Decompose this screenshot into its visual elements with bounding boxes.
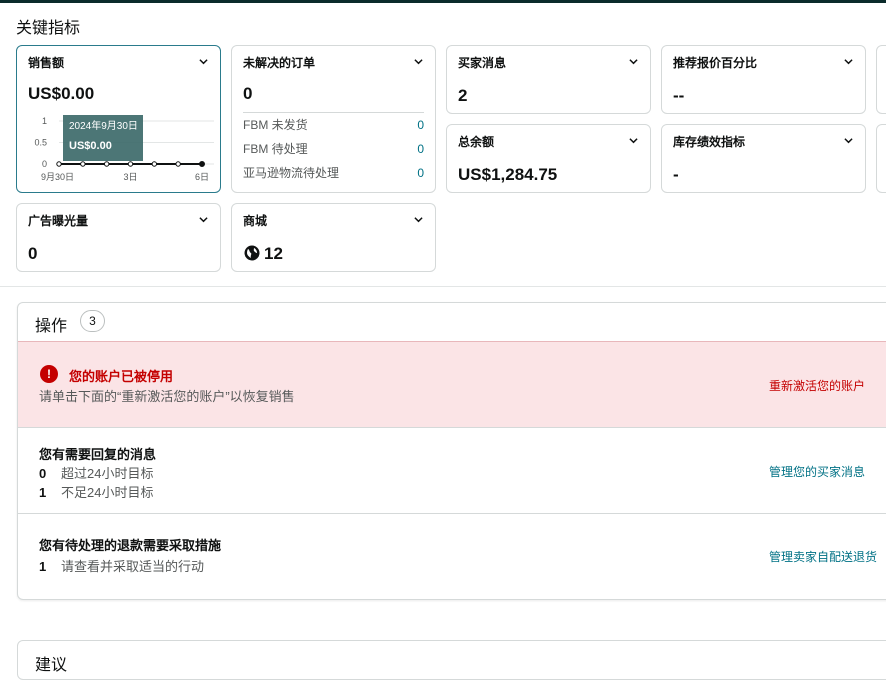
suggestions-panel: 建议 <box>17 640 886 680</box>
messages-title: 您有需要回复的消息 <box>39 447 157 462</box>
sales-value: US$0.00 <box>28 84 95 103</box>
store-card[interactable]: 商城 12 <box>231 203 436 272</box>
chevron-down-icon[interactable] <box>844 136 853 145</box>
alert-title: 您的账户已被停用 <box>69 369 174 384</box>
buyer-messages-title: 买家消息 <box>458 56 507 70</box>
actions-panel-header: 操作 3 <box>18 303 886 341</box>
sales-chart: 1 0.5 0 9月30日 3日 6日 2024年9月30日 US$0.00 <box>34 115 214 182</box>
chevron-down-icon[interactable] <box>629 136 638 145</box>
chart-point <box>151 161 158 167</box>
sales-card-title: 销售额 <box>28 56 65 70</box>
manage-returns-link[interactable]: 管理卖家自配送退货 <box>769 548 877 565</box>
buyer-messages-value: 2 <box>458 86 468 105</box>
ad-impressions-card[interactable]: 广告曝光量 0 <box>16 203 221 272</box>
chevron-down-icon[interactable] <box>199 215 208 224</box>
chevron-down-icon[interactable] <box>414 215 423 224</box>
section-title: 关键指标 <box>16 20 81 37</box>
account-deactivated-alert: ! 您的账户已被停用 请单击下面的“重新激活您的账户”以恢复销售 重新激活您的账… <box>18 341 886 427</box>
top-bar <box>0 0 886 3</box>
total-balance-card[interactable]: 总余额 US$1,284.75 <box>446 124 651 193</box>
store-value: 12 <box>264 244 283 263</box>
chart-xtick-label: 6日 <box>195 172 209 182</box>
chart-ytick-label: 0 <box>42 159 47 169</box>
featured-offer-card[interactable]: 推荐报价百分比 -- <box>661 45 866 114</box>
partial-card[interactable] <box>876 45 886 114</box>
actions-title: 操作 <box>35 318 68 335</box>
chart-ytick-label: 1 <box>42 116 47 126</box>
unresolved-orders-value: 0 <box>243 84 253 103</box>
chevron-down-icon[interactable] <box>199 57 208 66</box>
list-item[interactable]: FBM 未发货 0 <box>243 113 424 137</box>
unresolved-orders-list: FBM 未发货 0 FBM 待处理 0 亚马逊物流待处理 0 <box>243 112 424 185</box>
messages-line: 0 超过24小时目标 <box>39 466 154 481</box>
ad-impressions-title: 广告曝光量 <box>28 214 89 228</box>
manage-buyer-messages-link[interactable]: 管理您的买家消息 <box>769 463 865 480</box>
chart-ytick-label: 0.5 <box>34 138 47 148</box>
ad-impressions-value: 0 <box>28 244 38 263</box>
globe-icon <box>244 245 260 261</box>
unresolved-orders-title: 未解决的订单 <box>243 56 316 70</box>
chart-point <box>127 161 134 167</box>
suggestions-title: 建议 <box>35 657 68 674</box>
refunds-line: 1 请查看并采取适当的行动 <box>39 559 205 574</box>
chart-point <box>103 161 110 167</box>
buyer-messages-card[interactable]: 买家消息 2 <box>446 45 651 114</box>
list-item[interactable]: 亚马逊物流待处理 0 <box>243 161 424 185</box>
refunds-row: 您有待处理的退款需要采取措施 1 请查看并采取适当的行动 管理卖家自配送退货 <box>18 513 886 599</box>
chart-xtick-label: 9月30日 <box>41 172 74 182</box>
reactivate-account-link[interactable]: 重新激活您的账户 <box>769 377 865 394</box>
actions-panel: 操作 3 ! 您的账户已被停用 请单击下面的“重新激活您的账户”以恢复销售 重新… <box>17 302 886 600</box>
chart-point <box>199 161 205 167</box>
featured-offer-title: 推荐报价百分比 <box>673 56 758 70</box>
chart-xtick-label: 3日 <box>123 172 137 182</box>
sales-card[interactable]: 销售额 US$0.00 1 0.5 0 9月30日 3日 6日 2024年9月30日 US$0… <box>16 45 221 193</box>
inventory-performance-value: - <box>673 165 679 184</box>
alert-text: 请单击下面的“重新激活您的账户”以恢复销售 <box>39 389 295 404</box>
chart-tooltip-date: 2024年9月30日 <box>69 119 138 132</box>
total-balance-title: 总余额 <box>458 135 495 149</box>
section-divider <box>0 286 886 287</box>
chevron-down-icon[interactable] <box>844 57 853 66</box>
chart-tooltip-value: US$0.00 <box>69 140 112 152</box>
unresolved-orders-card[interactable]: 未解决的订单 0 FBM 未发货 0 FBM 待处理 0 亚马逊物流待处理 0 <box>231 45 436 193</box>
inventory-performance-title: 库存绩效指标 <box>673 135 746 149</box>
chart-point <box>80 161 86 167</box>
messages-row: 您有需要回复的消息 0 超过24小时目标 1 不足24小时目标 管理您的买家消息 <box>18 427 886 513</box>
inventory-performance-card[interactable]: 库存绩效指标 - <box>661 124 866 193</box>
store-title: 商城 <box>243 214 268 228</box>
featured-offer-value: -- <box>673 86 685 105</box>
list-item[interactable]: FBM 待处理 0 <box>243 137 424 161</box>
actions-count-badge: 3 <box>80 310 105 332</box>
chevron-down-icon[interactable] <box>414 57 423 66</box>
total-balance-value: US$1,284.75 <box>458 165 558 184</box>
messages-line: 1 不足24小时目标 <box>39 485 154 500</box>
chevron-down-icon[interactable] <box>629 57 638 66</box>
alert-icon: ! <box>40 365 58 383</box>
chart-point <box>56 161 62 167</box>
chart-point <box>175 161 181 167</box>
refunds-title: 您有待处理的退款需要采取措施 <box>39 538 222 553</box>
partial-card[interactable] <box>876 124 886 193</box>
